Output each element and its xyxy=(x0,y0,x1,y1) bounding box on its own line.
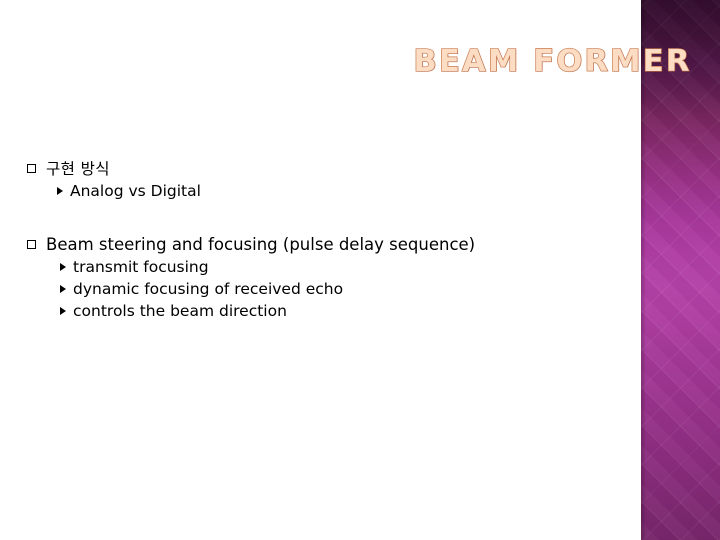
presentation-slide: BEAM FORMER 구현 방식 Analog vs Digital Beam… xyxy=(0,0,720,540)
square-bullet-icon xyxy=(27,240,36,249)
bullet-level1-label: Beam steering and focusing (pulse delay … xyxy=(46,235,476,254)
square-bullet-icon xyxy=(27,164,36,173)
bullet-level2: Analog vs Digital xyxy=(57,181,627,202)
triangle-bullet-icon xyxy=(60,285,66,293)
bullet-group: Beam steering and focusing (pulse delay … xyxy=(27,234,627,322)
bullet-level1: Beam steering and focusing (pulse delay … xyxy=(27,234,627,256)
bullet-level1-label: 구현 방식 xyxy=(46,160,110,178)
bullet-level2-label: transmit focusing xyxy=(73,258,209,276)
bullet-level1: 구현 방식 xyxy=(27,158,627,180)
slide-title: BEAM FORMER xyxy=(413,43,692,79)
triangle-bullet-icon xyxy=(60,263,66,271)
triangle-bullet-icon xyxy=(57,187,63,195)
slide-title-container: BEAM FORMER xyxy=(300,40,692,84)
bullet-sublist: Analog vs Digital xyxy=(27,181,627,202)
bullet-level2: transmit focusing xyxy=(60,257,627,278)
bullet-level2-label: Analog vs Digital xyxy=(70,182,201,200)
bullet-level2: dynamic focusing of received echo xyxy=(60,279,627,300)
bullet-sublist: transmit focusing dynamic focusing of re… xyxy=(27,257,627,322)
bullet-level2-label: dynamic focusing of received echo xyxy=(73,280,344,298)
bullet-level2-label: controls the beam direction xyxy=(73,302,287,320)
bullet-level2: controls the beam direction xyxy=(60,301,627,322)
bullet-group: 구현 방식 Analog vs Digital xyxy=(27,158,627,202)
triangle-bullet-icon xyxy=(60,307,66,315)
slide-body: 구현 방식 Analog vs Digital Beam steering an… xyxy=(27,158,627,322)
